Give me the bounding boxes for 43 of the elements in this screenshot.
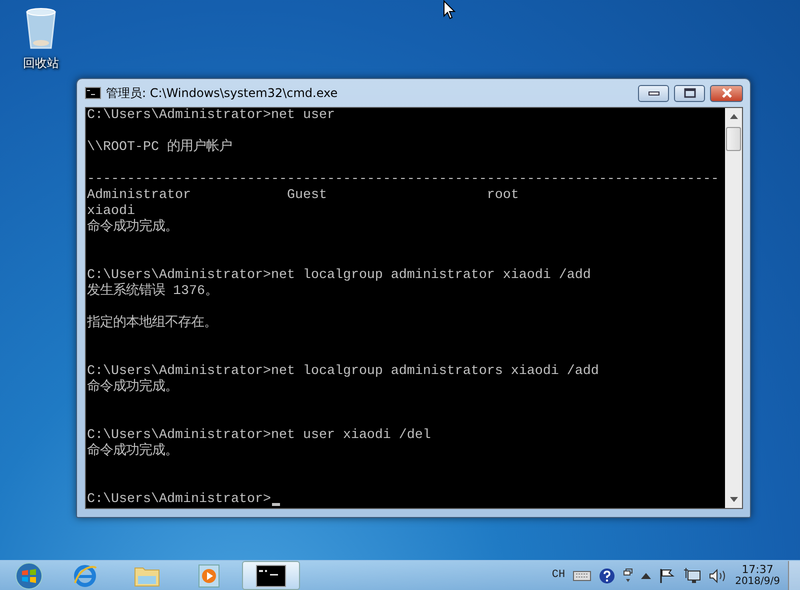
scroll-up-icon[interactable] [730, 114, 738, 119]
clock-date[interactable]: 2018/9/9 [735, 576, 780, 588]
windows-icon[interactable] [623, 568, 634, 584]
console-line: 发生系统错误 1376。 [87, 284, 218, 300]
browser-icon [72, 562, 98, 588]
maximize-button[interactable] [674, 84, 705, 102]
maximize-icon [684, 88, 696, 98]
recycle-bin-icon[interactable] [24, 6, 58, 50]
flag-icon[interactable] [659, 568, 676, 584]
clock-time[interactable]: 17:37 [742, 564, 774, 576]
play-icon [198, 564, 220, 588]
console-line: 命令成功完成。 [87, 444, 178, 460]
scroll-down-icon[interactable] [730, 497, 738, 502]
console-line: C:\Users\Administrator>net localgroup administrators xiaodi /add [87, 364, 599, 379]
console-line: C:\Users\Administrator>net user xiaodi /del [87, 428, 431, 443]
network-icon[interactable] [683, 568, 702, 584]
icon-label[interactable]: 回收站 [23, 54, 59, 72]
window-title: 管理员: C:\Windows\system32\cmd.exe [106, 85, 339, 102]
console-line: 命令成功完成。 [87, 380, 178, 396]
console-line: \\ROOT-PC 的用户帐户 [87, 140, 232, 156]
volume-icon[interactable] [709, 568, 728, 582]
close-icon [720, 88, 732, 98]
console-line: 指定的本地组不存在。 [87, 316, 217, 332]
show-hidden-icons-caret[interactable] [641, 572, 652, 578]
console-line: C:\Users\Administrator>net localgroup administrator xiaodi /add [87, 268, 591, 283]
keyboard-icon[interactable] [573, 570, 592, 580]
minimize-icon [648, 90, 660, 96]
close-button[interactable] [710, 84, 743, 102]
console-line: xiaodi [87, 204, 135, 219]
taskbar-button[interactable] [242, 561, 300, 590]
console-icon [256, 564, 286, 586]
mouse-pointer-icon [443, 0, 456, 20]
console-line: C:\Users\Administrator> [87, 492, 271, 508]
console-icon [85, 87, 101, 99]
help-icon[interactable] [599, 568, 616, 584]
minimize-button[interactable] [638, 84, 669, 102]
console-line: 命令成功完成。 [87, 220, 178, 236]
language-indicator[interactable]: CH [552, 567, 566, 584]
console-line: C:\Users\Administrator>net user [87, 108, 335, 124]
console-line: Administrator Guest root [87, 188, 519, 204]
console-line: ------------------------------------------------------------------------------- [87, 172, 719, 188]
scroll-thumb[interactable] [726, 127, 741, 151]
scrollbar[interactable] [725, 108, 742, 508]
